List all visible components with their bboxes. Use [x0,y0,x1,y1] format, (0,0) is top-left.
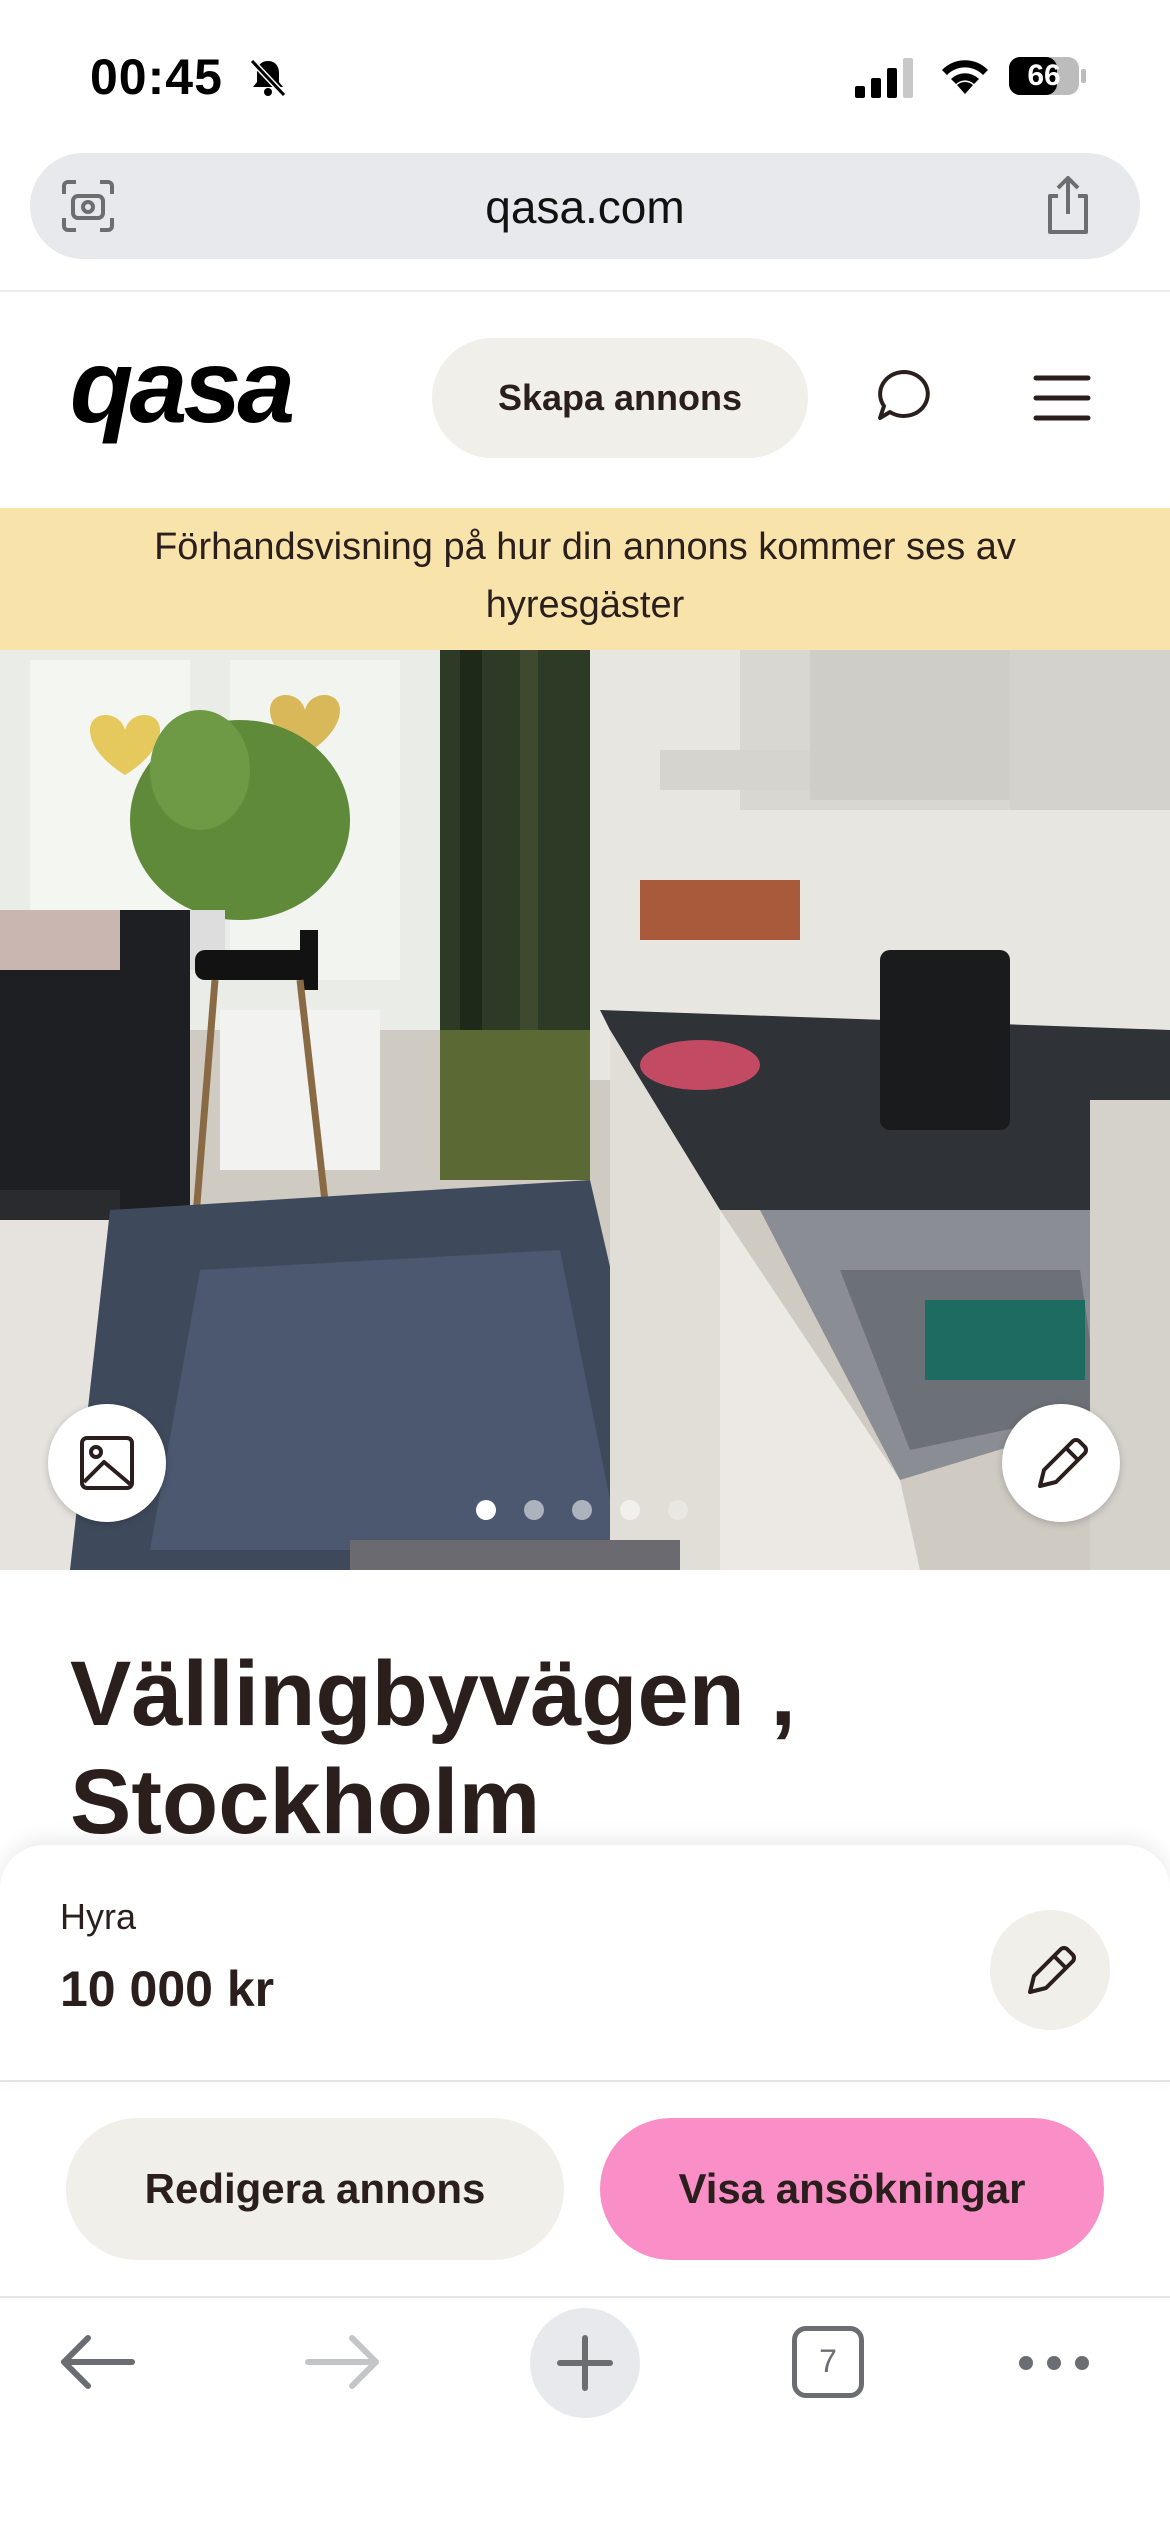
chat-bubble-icon[interactable] [874,366,934,426]
wifi-icon [942,60,988,94]
svg-text:qasa: qasa [70,350,292,445]
battery-level: 66 [1027,59,1061,92]
preview-banner-text: Förhandsvisning på hur din annons kommer… [154,526,1016,626]
show-applications-button[interactable]: Visa ansökningar [600,2118,1104,2260]
edit-ad-button[interactable]: Redigera annons [66,2118,564,2260]
pencil-icon [1028,1946,1076,1994]
qasa-logo[interactable]: qasa [70,329,330,450]
rent-value: 10 000 kr [60,1961,275,2017]
edit-rent-button[interactable] [990,1910,1110,2030]
pencil-icon [1038,1438,1088,1488]
url-text[interactable]: qasa.com [0,180,1170,234]
pagination-dot[interactable] [524,1500,544,1520]
divider [0,2296,1170,2298]
pagination-dot[interactable] [572,1500,592,1520]
rent-label: Hyra [60,1896,137,1937]
bell-slash-icon [249,58,287,98]
hamburger-menu-icon[interactable] [1032,372,1092,424]
plus-icon [557,2335,613,2391]
listing-title: Vällingbyvägen , Stockholm [70,1643,796,1853]
gallery-button[interactable] [48,1404,166,1522]
battery-icon: 66 [1008,56,1088,96]
create-ad-button[interactable]: Skapa annons [432,338,808,458]
more-icon[interactable] [1014,2348,1094,2378]
share-icon[interactable] [1040,174,1096,236]
pagination-dot[interactable] [476,1500,496,1520]
divider [0,290,1170,292]
edit-photos-button[interactable] [1002,1404,1120,1522]
tabs-icon[interactable]: 7 [792,2326,864,2398]
signal-icon [855,58,913,98]
new-tab-button[interactable] [530,2308,640,2418]
listing-photo[interactable] [0,650,1170,1570]
pagination-dot[interactable] [620,1500,640,1520]
forward-arrow-icon[interactable] [302,2330,382,2394]
status-time: 00:45 [90,49,223,105]
pagination-dot[interactable] [668,1500,688,1520]
back-arrow-icon[interactable] [58,2330,138,2394]
image-icon [80,1436,134,1490]
